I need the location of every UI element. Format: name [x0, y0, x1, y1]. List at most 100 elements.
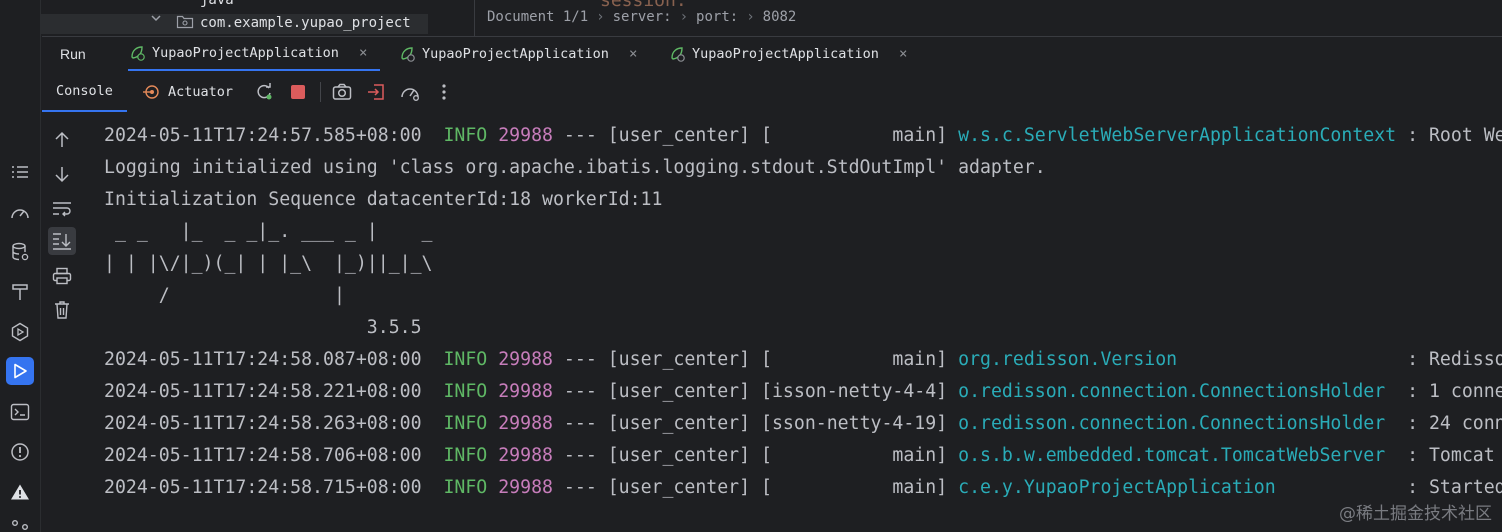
log-spacer [422, 445, 444, 466]
tree-item-package-label[interactable]: com.example.yupao_project [200, 15, 411, 31]
console-text: Initialization Sequence datacenterId:18 … [104, 189, 663, 210]
close-icon[interactable]: × [629, 46, 637, 62]
log-spacer [422, 349, 444, 370]
chevron-down-icon[interactable] [150, 12, 162, 24]
console-line: Initialization Sequence datacenterId:18 … [104, 184, 1502, 216]
trash-icon[interactable] [50, 298, 74, 322]
breadcrumb-port[interactable]: port: [696, 9, 738, 25]
log-message: : Redisson 3.21.3 [1407, 349, 1502, 370]
log-spacer [487, 445, 498, 466]
log-pid: 29988 [498, 477, 553, 498]
log-spacer [487, 381, 498, 402]
log-thread: --- [user_center] [sson-netty-4-19] [552, 413, 959, 434]
log-timestamp: 2024-05-11T17:24:58.263+08:00 [104, 413, 422, 434]
services-icon[interactable] [8, 320, 32, 344]
console-tab-label: Console [56, 83, 113, 99]
console-line: Logging initialized using 'class org.apa… [104, 152, 1502, 184]
log-pid: 29988 [498, 413, 553, 434]
close-icon[interactable]: × [359, 45, 367, 61]
console-output[interactable]: 2024-05-11T17:24:57.585+08:00 INFO 29988… [104, 120, 1502, 532]
project-tree-fragment: java com.example.yupao_project [0, 0, 474, 36]
package-folder-icon [176, 14, 194, 29]
log-timestamp: 2024-05-11T17:24:58.715+08:00 [104, 477, 422, 498]
console-line: 3.5.5 [104, 312, 1502, 344]
console-text: / | [104, 285, 345, 306]
stop-icon[interactable] [286, 80, 310, 104]
run-tab-2[interactable]: YupaoProjectApplication × [398, 37, 637, 71]
console-line: / | [104, 280, 1502, 312]
database-icon[interactable] [8, 240, 32, 264]
problems-icon[interactable] [8, 440, 32, 464]
log-thread: --- [user_center] [ main] [552, 445, 959, 466]
soft-wrap-icon[interactable] [50, 197, 74, 221]
log-message: : 24 connections initialized [1407, 413, 1502, 434]
rerun-icon[interactable] [252, 80, 276, 104]
actuator-tab-label: Actuator [168, 84, 234, 100]
log-timestamp: 2024-05-11T17:24:58.087+08:00 [104, 349, 422, 370]
close-icon[interactable]: × [899, 46, 907, 62]
log-pid: 29988 [498, 349, 553, 370]
screenshot-icon[interactable] [330, 80, 354, 104]
left-tool-strip [0, 150, 40, 532]
log-level: INFO [443, 381, 488, 402]
console-text: 3.5.5 [104, 317, 422, 338]
log-spacer [487, 349, 498, 370]
console-text: _ _ |_ _ _|_. ___ _ | _ [104, 221, 433, 242]
log-message: : Started YupaoProjectApplication [1407, 477, 1502, 498]
scroll-to-end-icon[interactable] [48, 227, 76, 255]
run-tab-3[interactable]: YupaoProjectApplication × [668, 37, 907, 71]
log-thread: --- [user_center] [ main] [552, 349, 959, 370]
log-spacer [422, 125, 444, 146]
log-timestamp: 2024-05-11T17:24:57.585+08:00 [104, 125, 422, 146]
log-spacer [422, 381, 444, 402]
structure-icon[interactable] [8, 160, 32, 184]
profiler-icon[interactable] [398, 80, 422, 104]
breadcrumb-separator-icon: › [746, 9, 755, 25]
tree-item-java-label[interactable]: java [200, 0, 234, 8]
console-line: 2024-05-11T17:24:57.585+08:00 INFO 29988… [104, 120, 1502, 152]
log-logger-name: c.e.y.YupaoProjectApplication [958, 477, 1397, 498]
log-thread: --- [user_center] [ main] [552, 125, 959, 146]
arrow-down-icon[interactable] [50, 162, 74, 186]
log-thread: --- [user_center] [isson-netty-4-4] [552, 381, 959, 402]
log-logger-name: org.redisson.Version [958, 349, 1397, 370]
console-line: 2024-05-11T17:24:58.087+08:00 INFO 29988… [104, 344, 1502, 376]
log-logger-name: o.redisson.connection.ConnectionsHolder [958, 381, 1397, 402]
log-level: INFO [443, 125, 488, 146]
exit-icon[interactable] [364, 80, 388, 104]
log-message: : Tomcat started on port 8082 [1407, 445, 1495, 466]
breadcrumb-server[interactable]: server: [613, 9, 672, 25]
console-line: | | |\/|_)(_| | |_\ |_)||_|_\ [104, 248, 1502, 280]
log-spacer [487, 125, 498, 146]
run-tab-label: YupaoProjectApplication [152, 45, 339, 61]
breadcrumb-document[interactable]: Document 1/1 [487, 9, 588, 25]
run-tab-1[interactable]: YupaoProjectApplication × [128, 37, 380, 71]
watermark: @稀土掘金技术社区 [1339, 504, 1492, 524]
dashboard-gauge-icon[interactable] [8, 200, 32, 224]
console-line: 2024-05-11T17:24:58.715+08:00 INFO 29988… [104, 472, 1502, 504]
log-spacer [487, 477, 498, 498]
more-icon[interactable] [432, 80, 456, 104]
console-line: _ _ |_ _ _|_. ___ _ | _ [104, 216, 1502, 248]
spring-boot-run-icon [128, 44, 146, 62]
git-icon[interactable] [8, 516, 32, 532]
toolbar-separator [320, 82, 321, 102]
actuator-icon [142, 83, 160, 101]
breadcrumb-separator-icon: › [596, 9, 605, 25]
log-pid: 29988 [498, 125, 553, 146]
tab-console[interactable]: Console [42, 72, 127, 112]
log-thread: --- [user_center] [ main] [552, 477, 959, 498]
run-tool-window-header: Run YupaoProjectApplication × YupaoProje… [42, 36, 1502, 72]
console-text: Logging initialized using 'class org.apa… [104, 157, 1046, 178]
build-hammer-icon[interactable] [8, 280, 32, 304]
breadcrumb-port-value[interactable]: 8082 [763, 9, 797, 25]
run-icon[interactable] [6, 357, 34, 385]
warning-icon[interactable] [8, 480, 32, 504]
arrow-up-icon[interactable] [50, 128, 74, 152]
log-message: : 1 connections initialized [1407, 381, 1502, 402]
log-logger-name: w.s.c.ServletWebServerApplicationContext [958, 125, 1397, 146]
tab-actuator[interactable]: Actuator [142, 72, 233, 112]
terminal-icon[interactable] [8, 400, 32, 424]
print-icon[interactable] [50, 264, 74, 288]
top-split-divider[interactable] [474, 0, 475, 36]
